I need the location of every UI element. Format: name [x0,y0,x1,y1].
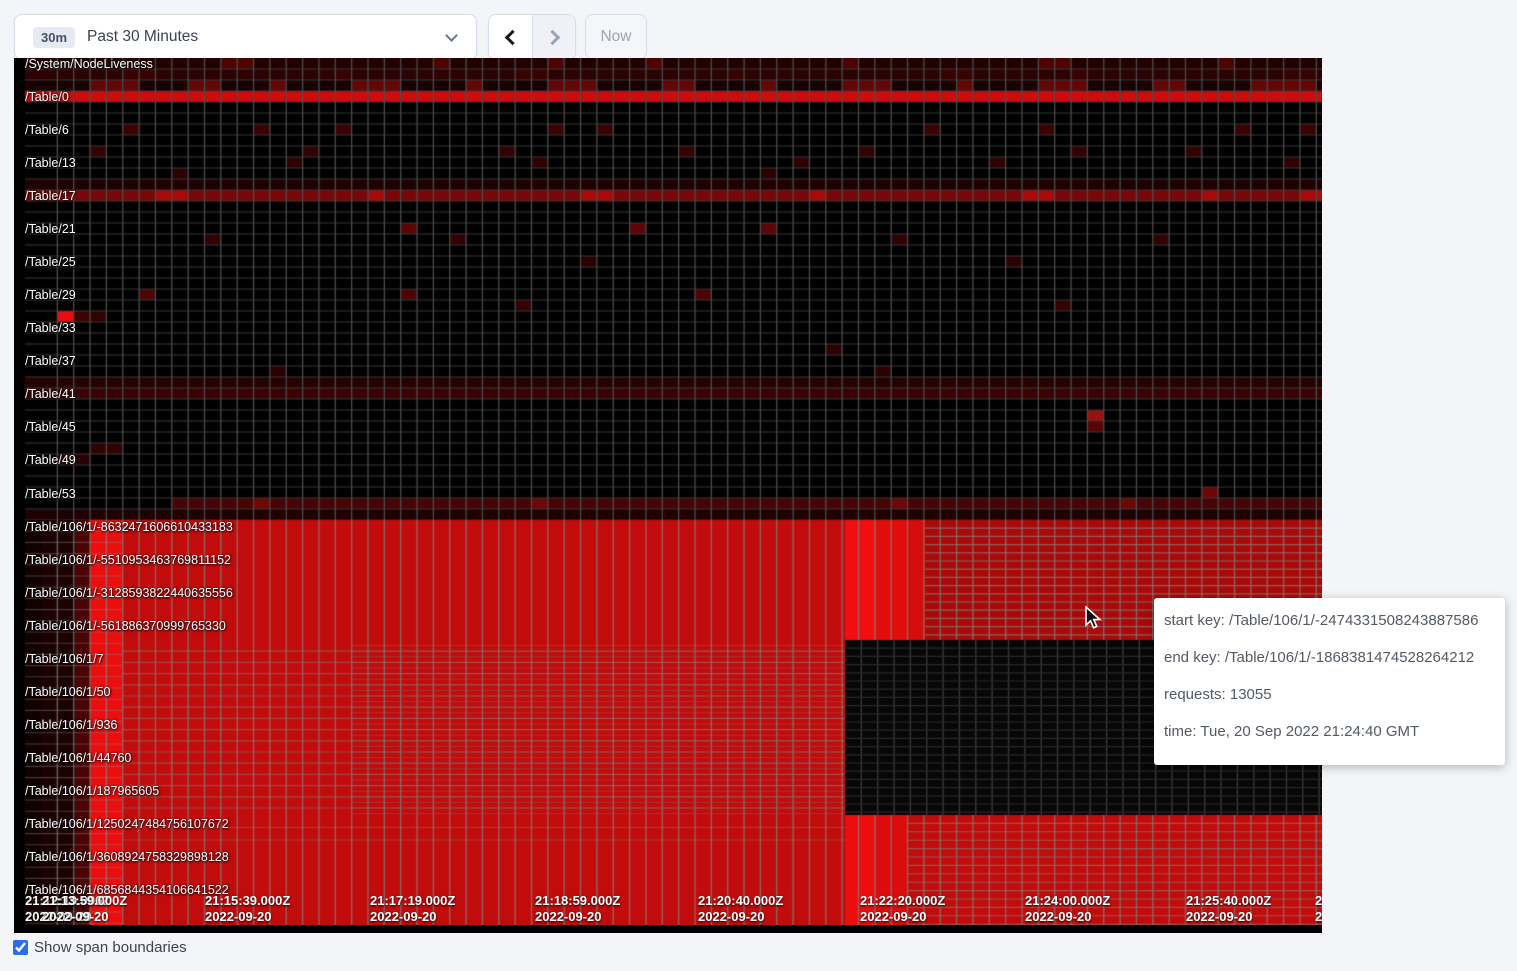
tooltip-time: time: Tue, 20 Sep 2022 21:24:40 GMT [1164,721,1495,742]
tooltip-end-key: end key: /Table/106/1/-18683814745282642… [1164,647,1495,668]
now-button[interactable]: Now [585,14,647,60]
chevron-down-icon [445,29,458,42]
cell-tooltip: start key: /Table/106/1/-247433150824388… [1154,598,1505,765]
prev-time-button[interactable] [489,15,532,59]
key-visualizer-heatmap[interactable] [14,58,1322,925]
span-boundaries-checkbox[interactable] [13,940,28,955]
time-range-select[interactable]: 30m Past 30 Minutes [14,14,477,60]
time-nav-group [488,14,576,60]
time-range-label: Past 30 Minutes [87,28,198,46]
chevron-left-icon [505,29,521,45]
duration-badge: 30m [33,27,75,48]
key-visualizer: /System/NodeLiveness/Table/0/Table/6/Tab… [14,58,1322,933]
chevron-right-icon [544,29,560,45]
tooltip-requests: requests: 13055 [1164,684,1495,705]
tooltip-start-key: start key: /Table/106/1/-247433150824388… [1164,610,1495,631]
span-boundaries-row: Show span boundaries [13,939,187,956]
span-boundaries-label[interactable]: Show span boundaries [34,939,187,956]
next-time-button[interactable] [532,15,575,59]
